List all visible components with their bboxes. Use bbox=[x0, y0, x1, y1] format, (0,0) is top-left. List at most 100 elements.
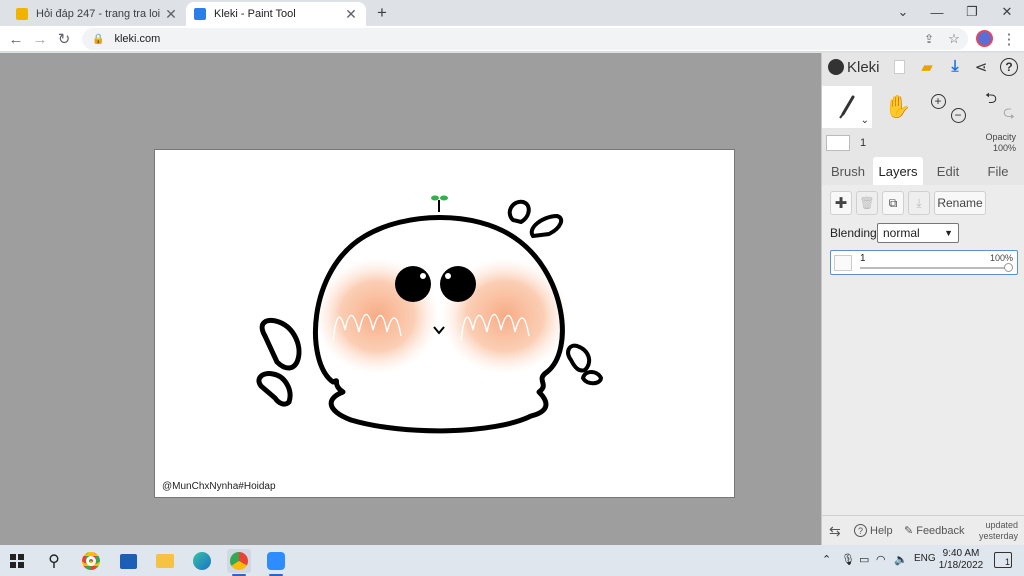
close-icon[interactable]: ✕ bbox=[344, 6, 358, 23]
battery-icon[interactable]: ▭ bbox=[859, 553, 869, 566]
language-indicator[interactable]: ENG bbox=[914, 553, 936, 564]
delete-layer-button[interactable]: 🗑 bbox=[856, 191, 878, 215]
drawing-canvas[interactable]: @MunChxNynha#Hoidap bbox=[154, 149, 735, 498]
blending-select[interactable]: normal ▼ bbox=[877, 223, 959, 243]
tab-hoidap[interactable]: Hỏi đáp 247 - trang tra loi ✕ bbox=[8, 2, 186, 26]
right-eye bbox=[440, 266, 476, 302]
clock[interactable]: 9:40 AM 1/18/2022 bbox=[938, 548, 984, 572]
layer-item[interactable]: 1 100% bbox=[830, 250, 1018, 275]
feedback-link[interactable]: ✎ Feedback bbox=[904, 524, 965, 537]
download-icon[interactable]: ⤓ bbox=[944, 57, 966, 77]
kleki-side-panel: Kleki ▰ ⤓ ⋖ ? ⌄ ✋ + − ⮌ ⮎ 1 Opacity 100%… bbox=[821, 53, 1024, 545]
share-icon[interactable]: ⇪ bbox=[918, 29, 940, 49]
tab-layers[interactable]: Layers bbox=[873, 157, 923, 185]
redo-icon[interactable]: ⮎ bbox=[1000, 104, 1018, 123]
brush-preview-thumbnail[interactable] bbox=[826, 135, 850, 151]
lock-icon: 🔒 bbox=[92, 33, 105, 45]
updated-line2: yesterday bbox=[978, 531, 1018, 541]
zoom-app-icon[interactable] bbox=[264, 549, 288, 576]
sweat-drop bbox=[507, 199, 531, 225]
left-eye bbox=[395, 266, 431, 302]
merge-layer-button[interactable]: ⤓ bbox=[908, 191, 930, 215]
zoom-in-icon[interactable]: + bbox=[928, 91, 948, 111]
new-image-icon[interactable] bbox=[890, 57, 908, 77]
chevron-down-icon: ▼ bbox=[944, 228, 953, 238]
opacity-value: 100% bbox=[992, 143, 1016, 153]
drawing-workspace[interactable]: @MunChxNynha#Hoidap bbox=[0, 53, 821, 545]
wifi-icon[interactable]: ◠ bbox=[876, 553, 886, 566]
address-bar[interactable]: 🔒 kleki.com bbox=[82, 28, 968, 50]
hoidap-favicon-icon bbox=[16, 8, 28, 20]
reload-icon[interactable]: ↻ bbox=[53, 29, 75, 49]
share-icon[interactable]: ⋖ bbox=[970, 57, 992, 77]
sweat-drop bbox=[566, 343, 592, 373]
opacity-readout[interactable]: Opacity 100% bbox=[985, 132, 1016, 154]
back-arrow-icon[interactable]: ← bbox=[5, 29, 27, 49]
notifications-icon[interactable]: 1 bbox=[994, 552, 1012, 568]
forward-arrow-icon[interactable]: → bbox=[29, 29, 51, 49]
layer-opacity-slider-handle[interactable] bbox=[1004, 263, 1013, 272]
store-icon[interactable] bbox=[116, 549, 140, 573]
tab-edit[interactable]: Edit bbox=[926, 157, 970, 185]
layer-opacity-slider[interactable] bbox=[860, 267, 1010, 269]
windows-logo bbox=[10, 554, 24, 568]
tab-search-chevron-icon[interactable]: ⌄ bbox=[886, 0, 920, 24]
duplicate-layer-button[interactable]: ⧉ bbox=[882, 191, 904, 215]
windows-start-icon[interactable] bbox=[5, 549, 29, 573]
layer-opacity-value: 100% bbox=[989, 253, 1013, 263]
kleki-logo-icon bbox=[828, 59, 844, 75]
rename-button[interactable]: Rename bbox=[934, 191, 986, 215]
close-icon[interactable]: ✕ bbox=[164, 6, 178, 23]
windows-taskbar: ⚲ ⌃ 🎙 ▭ ◠ 🔈 ENG 9:40 AM 1/18/2022 1 bbox=[0, 545, 1024, 576]
sweat-drop bbox=[256, 371, 293, 407]
tab-file[interactable]: File bbox=[974, 157, 1022, 185]
tab-kleki[interactable]: Kleki - Paint Tool ✕ bbox=[186, 2, 366, 26]
new-tab-button[interactable]: + bbox=[372, 3, 392, 23]
menu-kebab-icon[interactable]: ⋮ bbox=[998, 29, 1020, 49]
bookmark-star-icon[interactable]: ☆ bbox=[943, 29, 965, 49]
left-eye-shine bbox=[420, 273, 426, 279]
clock-time: 9:40 AM bbox=[942, 548, 980, 559]
feedback-icon: ✎ bbox=[904, 525, 914, 537]
signature-text: @MunChxNynha#Hoidap bbox=[162, 481, 276, 492]
window-close-button[interactable]: ✕ bbox=[990, 0, 1024, 24]
updated-text: updated yesterday bbox=[979, 520, 1018, 542]
tab-title: Kleki - Paint Tool bbox=[214, 8, 296, 20]
tab-brush[interactable]: Brush bbox=[826, 157, 870, 185]
swap-side-icon[interactable]: ⇆ bbox=[829, 523, 841, 540]
chrome-icon[interactable] bbox=[79, 549, 103, 573]
help-link[interactable]: ? Help bbox=[854, 524, 893, 537]
search-icon[interactable]: ⚲ bbox=[42, 549, 66, 573]
sweat-drop bbox=[259, 318, 302, 371]
drawing-artwork bbox=[256, 195, 604, 434]
profile-avatar[interactable] bbox=[976, 30, 993, 47]
edge-icon[interactable] bbox=[190, 549, 214, 573]
kleki-logo[interactable]: Kleki bbox=[828, 57, 880, 77]
minimize-button[interactable]: — bbox=[920, 0, 954, 24]
blending-label: Blending bbox=[830, 226, 877, 240]
add-layer-button[interactable]: ✚ bbox=[830, 191, 852, 215]
maximize-button[interactable]: ❐ bbox=[955, 0, 989, 24]
opacity-label: Opacity bbox=[985, 132, 1016, 142]
volume-icon[interactable]: 🔈 bbox=[894, 553, 908, 566]
clock-date: 1/18/2022 bbox=[938, 560, 984, 571]
help-icon[interactable]: ? bbox=[998, 57, 1020, 77]
tray-chevron-up-icon[interactable]: ⌃ bbox=[822, 553, 831, 566]
zoom-out-icon[interactable]: − bbox=[948, 105, 968, 125]
chrome-active-icon[interactable] bbox=[227, 549, 251, 576]
notification-count: 1 bbox=[1004, 557, 1010, 567]
tab-title: Hỏi đáp 247 - trang tra loi bbox=[36, 8, 161, 20]
chevron-down-icon[interactable]: ⌄ bbox=[861, 115, 869, 126]
sprout-leaf-right bbox=[440, 195, 448, 201]
updated-line1: updated bbox=[985, 520, 1018, 530]
undo-icon[interactable]: ⮌ bbox=[982, 90, 1000, 109]
feedback-link-label: Feedback bbox=[916, 525, 965, 537]
file-explorer-icon[interactable] bbox=[153, 549, 177, 573]
brush-tool-button[interactable]: ⌄ bbox=[822, 86, 872, 128]
microphone-icon[interactable]: 🎙 bbox=[841, 553, 855, 566]
open-folder-icon[interactable]: ▰ bbox=[916, 57, 938, 77]
browser-toolbar: ← → ↻ 🔒 kleki.com ⇪ ☆ ⋮ bbox=[0, 26, 1024, 52]
kleki-logo-text: Kleki bbox=[847, 58, 880, 76]
hand-tool-icon[interactable]: ✋ bbox=[878, 89, 918, 125]
layer-name: 1 bbox=[860, 253, 866, 264]
